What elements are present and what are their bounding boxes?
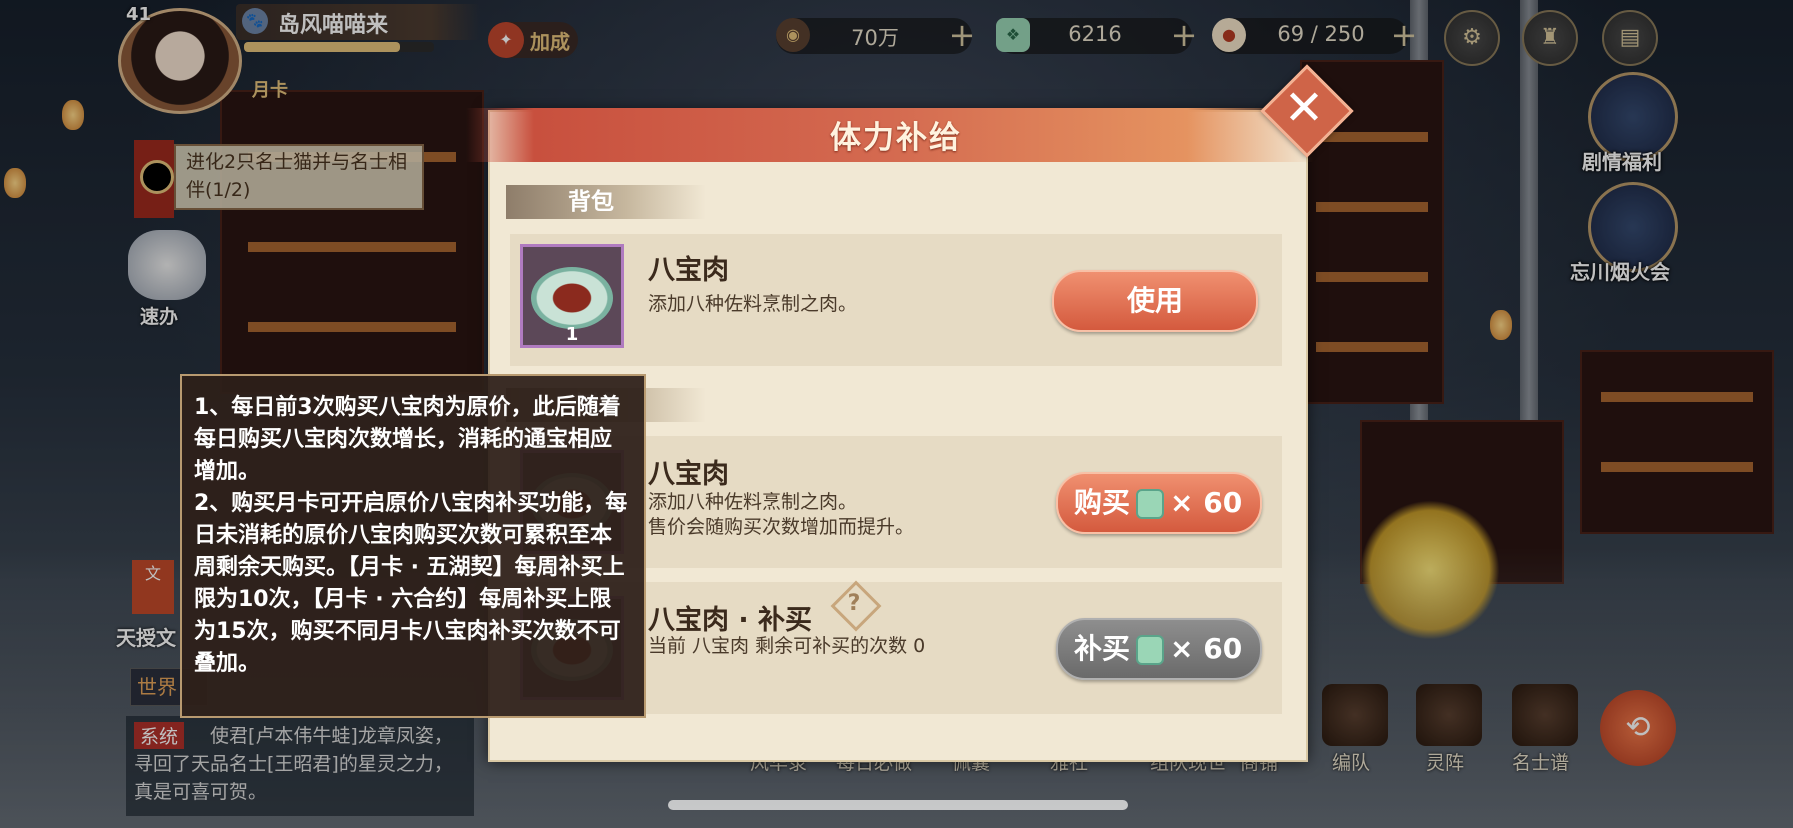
item-desc: 当前 八宝肉 剩余可补买的次数 0 [648, 635, 926, 657]
item-name: 八宝肉 [648, 459, 729, 490]
rebuy-button[interactable]: 补买 × 60 [1056, 618, 1262, 680]
buy-cost: × 60 [1170, 486, 1243, 519]
item-count: 1 [565, 324, 579, 345]
buy-label: 购买 [1074, 486, 1131, 519]
item-desc: 添加八种佐料烹制之肉。 [648, 491, 858, 513]
buy-button[interactable]: 购买 × 60 [1056, 472, 1262, 534]
help-tooltip: 1、每日前3次购买八宝肉为原价，此后随着每日购买八宝肉次数增长，消耗的通宝相应增… [180, 374, 646, 718]
babaorou-item-thumb[interactable]: 1 [520, 244, 624, 348]
meat-dish-icon [531, 267, 613, 329]
home-indicator[interactable] [668, 800, 1128, 810]
item-desc: 添加八种佐料烹制之肉。 [648, 293, 858, 315]
rebuy-cost: × 60 [1170, 632, 1243, 665]
tooltip-line-2: 2、购买月卡可开启原价八宝肉补买功能，每日未消耗的原价八宝肉购买次数可累积至本周… [194, 491, 628, 676]
jade-icon [1136, 489, 1165, 519]
bag-section-tag: 背包 [506, 185, 706, 219]
item-desc-price: 售价会随购买次数增加而提升。 [648, 516, 915, 538]
item-name: 八宝肉 [648, 255, 729, 286]
jade-icon [1136, 635, 1165, 665]
help-icon[interactable]: ? [834, 586, 874, 622]
tooltip-line-1: 1、每日前3次购买八宝肉为原价，此后随着每日购买八宝肉次数增长，消耗的通宝相应增… [194, 395, 621, 484]
item-name: 八宝肉 · 补买 [648, 605, 813, 636]
modal-title: 体力补给 [830, 120, 962, 156]
close-icon[interactable]: ✕ [1274, 80, 1334, 140]
rebuy-label: 补买 [1074, 632, 1131, 665]
use-button[interactable]: 使用 [1052, 270, 1258, 332]
